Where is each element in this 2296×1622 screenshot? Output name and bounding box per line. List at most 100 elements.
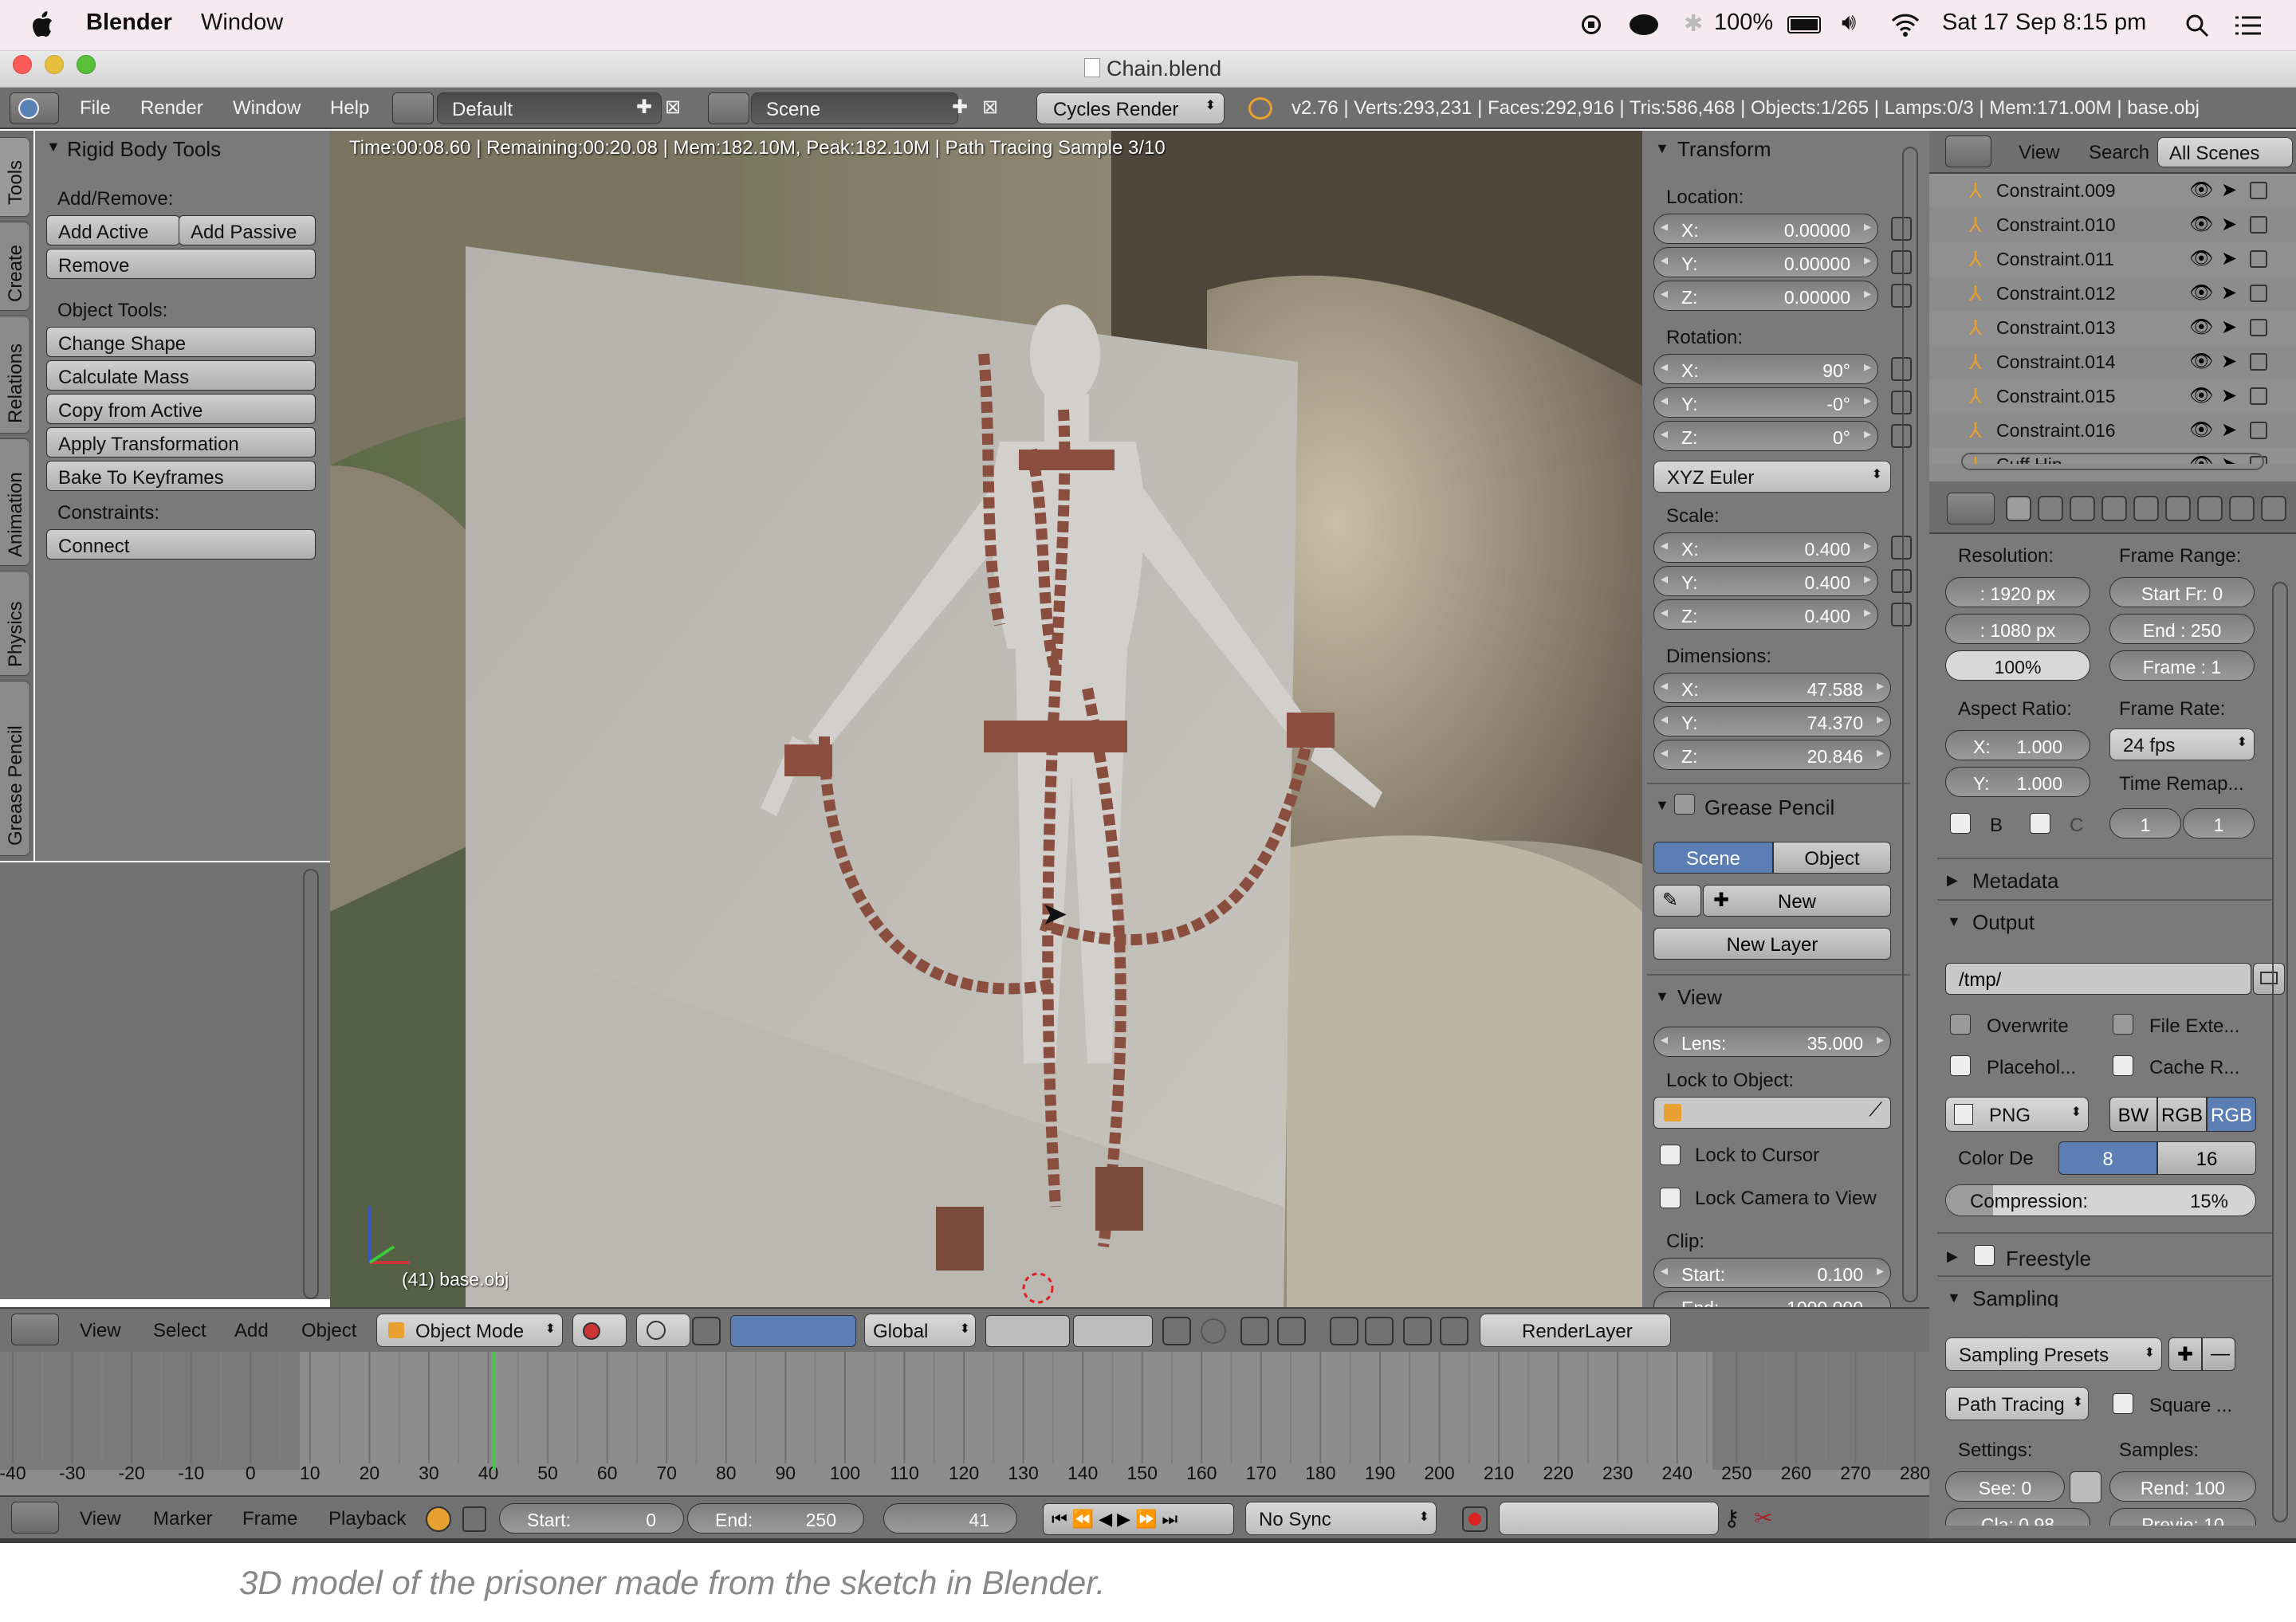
- outliner-row[interactable]: ⅄ Constraint.012 👁︎ ➤: [1929, 277, 2296, 311]
- selectable-arrow-icon[interactable]: ➤: [2221, 384, 2237, 407]
- outliner-menu-search[interactable]: Search: [2089, 142, 2149, 164]
- collapse-sampling-icon[interactable]: ▼: [1947, 1290, 1961, 1306]
- grease-pencil-checkbox[interactable]: [1674, 794, 1695, 815]
- timeline-menu-frame[interactable]: Frame: [242, 1508, 297, 1530]
- renderable-camera-icon[interactable]: [2250, 285, 2267, 302]
- outliner-row[interactable]: ⅄ Constraint.011 👁︎ ➤: [1929, 242, 2296, 277]
- gp-pencil-icon[interactable]: ✎: [1653, 885, 1701, 917]
- viewport-menu-view[interactable]: View: [80, 1320, 121, 1342]
- outliner-row[interactable]: ⅄ Constraint.010 👁︎ ➤: [1929, 208, 2296, 242]
- lock-range-icon[interactable]: [462, 1506, 486, 1532]
- preview-samples-field-clipped[interactable]: Previe: 10: [2109, 1508, 2256, 1526]
- outliner-row[interactable]: ⅄ Constraint.009 👁︎ ➤: [1929, 174, 2296, 208]
- time-remap-new-field[interactable]: 1: [2183, 808, 2255, 838]
- change-shape-button[interactable]: Change Shape: [46, 327, 316, 357]
- viewport-3d[interactable]: Time:00:08.60 | Remaining:00:20.08 | Mem…: [330, 131, 1642, 1307]
- clamp-field-clipped[interactable]: Cla: 0.98: [1945, 1508, 2090, 1526]
- tool-shelf-scrollbar[interactable]: [303, 869, 319, 1299]
- world-tab-icon[interactable]: [2101, 496, 2127, 521]
- selectable-arrow-icon[interactable]: ➤: [2221, 213, 2237, 236]
- resolution-y-field[interactable]: : 1080 px: [1945, 614, 2090, 644]
- tab-animation[interactable]: Animation: [0, 438, 30, 566]
- tab-grease-pencil[interactable]: Grease Pencil: [0, 681, 30, 856]
- insert-keyframe-icon[interactable]: ⚷: [1724, 1505, 1740, 1531]
- sampling-presets-select[interactable]: Sampling Presets ⬍: [1945, 1337, 2162, 1371]
- outliner-filter-select[interactable]: All Scenes: [2157, 137, 2293, 167]
- renderable-camera-icon[interactable]: [2250, 250, 2267, 268]
- viewport-editor-type-icon[interactable]: [11, 1314, 59, 1345]
- timeline[interactable]: -40 -30 -20 -10 0 10 20 30 40 50 60 70 80 90 100 110 120…: [0, 1352, 1929, 1495]
- opengl-render-image-icon[interactable]: [1330, 1317, 1358, 1345]
- timeline-menu-view[interactable]: View: [80, 1508, 121, 1530]
- render-layers-tab-icon[interactable]: [2038, 496, 2063, 521]
- preview-range-icon[interactable]: [426, 1506, 451, 1532]
- start-frame-field[interactable]: Start: 0: [499, 1503, 684, 1534]
- selectable-arrow-icon[interactable]: ➤: [2221, 247, 2237, 270]
- render-engine-select[interactable]: Cycles Render ⬍: [1036, 92, 1225, 124]
- notification-center-icon[interactable]: [2234, 14, 2263, 37]
- zoom-window-button[interactable]: [77, 55, 96, 74]
- cache-result-checkbox[interactable]: [2113, 1055, 2133, 1076]
- gp-scene-tab[interactable]: Scene: [1653, 842, 1773, 874]
- renderable-camera-icon[interactable]: [2250, 182, 2267, 199]
- viewport-menu-object[interactable]: Object: [301, 1320, 356, 1342]
- selectable-arrow-icon[interactable]: ➤: [2221, 316, 2237, 339]
- color-rgb-button[interactable]: RGB: [2157, 1097, 2207, 1132]
- calculate-mass-button[interactable]: Calculate Mass: [46, 360, 316, 391]
- scene-browse-icon[interactable]: [708, 92, 749, 124]
- visibility-eye-icon[interactable]: 👁︎: [2189, 213, 2213, 236]
- renderable-camera-icon[interactable]: [2250, 353, 2267, 371]
- color-depth-8-button[interactable]: 8: [2058, 1141, 2157, 1175]
- sync-mode-select[interactable]: No Sync ⬍: [1245, 1502, 1437, 1535]
- screen-layout-icon[interactable]: [392, 92, 434, 124]
- add-preset-icon[interactable]: ✚: [2168, 1337, 2202, 1371]
- add-active-button[interactable]: Add Active: [46, 215, 180, 245]
- layers-group-1[interactable]: [985, 1315, 1070, 1347]
- apply-transformation-button[interactable]: Apply Transformation: [46, 427, 316, 458]
- scene-tab-icon[interactable]: [2070, 496, 2095, 521]
- battery-icon[interactable]: [1787, 16, 1821, 33]
- menu-window[interactable]: Window: [201, 10, 283, 36]
- frame-step-field[interactable]: Frame : 1: [2109, 650, 2255, 681]
- collapse-view-icon[interactable]: ▼: [1655, 988, 1669, 1005]
- add-scene-icon[interactable]: ✚: [952, 96, 968, 119]
- scale-x-field[interactable]: ◂ X: 0.400 ▸: [1653, 532, 1878, 563]
- add-screen-icon[interactable]: ✚: [636, 96, 652, 119]
- lock-object-field[interactable]: ⟋: [1653, 1097, 1891, 1129]
- selectable-arrow-icon[interactable]: ➤: [2221, 350, 2237, 373]
- color-rgba-button[interactable]: RGB: [2207, 1097, 2256, 1132]
- rotation-x-field[interactable]: ◂ X: 90° ▸: [1653, 354, 1878, 384]
- end-frame-field[interactable]: End: 250: [687, 1503, 864, 1534]
- gp-new-layer-button[interactable]: New Layer: [1653, 928, 1891, 960]
- pivot-point-select[interactable]: [636, 1314, 690, 1347]
- border-checkbox[interactable]: [1950, 813, 1971, 834]
- metadata-title[interactable]: Metadata: [1972, 869, 2058, 893]
- tab-physics[interactable]: Physics: [0, 571, 30, 676]
- rotation-y-field[interactable]: ◂ Y: -0° ▸: [1653, 387, 1878, 418]
- timeline-ruler[interactable]: -40 -30 -20 -10 0 10 20 30 40 50 60 70 80 90 100 110 120…: [0, 1352, 1929, 1495]
- playback-controls[interactable]: ⏮⏪◀▶⏩⏭: [1043, 1503, 1234, 1535]
- editor-type-info-icon[interactable]: [10, 92, 59, 124]
- data-tab-icon[interactable]: [2229, 496, 2255, 521]
- modifiers-tab-icon[interactable]: [2197, 496, 2223, 521]
- file-format-select[interactable]: PNG ⬍: [1945, 1097, 2089, 1132]
- gp-object-tab[interactable]: Object: [1773, 842, 1891, 874]
- remove-button[interactable]: Remove: [46, 249, 316, 279]
- location-z-field[interactable]: ◂ Z: 0.00000 ▸: [1653, 281, 1878, 311]
- visibility-eye-icon[interactable]: 👁︎: [2189, 384, 2213, 407]
- menu-app[interactable]: Blender: [86, 10, 172, 36]
- wifi-icon[interactable]: [1889, 13, 1921, 37]
- color-bw-button[interactable]: BW: [2109, 1097, 2157, 1132]
- render-samples-field[interactable]: Rend: 100: [2109, 1471, 2256, 1502]
- overwrite-checkbox[interactable]: [1950, 1014, 1971, 1035]
- renderable-camera-icon[interactable]: [2250, 216, 2267, 234]
- scale-z-field[interactable]: ◂ Z: 0.400 ▸: [1653, 599, 1878, 630]
- compression-slider[interactable]: Compression: 15%: [1945, 1184, 2256, 1216]
- frame-rate-select[interactable]: 24 fps ⬍: [2109, 729, 2255, 760]
- volume-icon[interactable]: 🔊︎: [1842, 10, 1856, 36]
- animated-seed-icon[interactable]: [2070, 1471, 2101, 1503]
- lock-to-cursor-checkbox[interactable]: [1660, 1145, 1681, 1165]
- visibility-eye-icon[interactable]: 👁︎: [2189, 281, 2213, 304]
- location-y-field[interactable]: ◂ Y: 0.00000 ▸: [1653, 247, 1878, 277]
- collapse-output-icon[interactable]: ▼: [1947, 913, 1961, 930]
